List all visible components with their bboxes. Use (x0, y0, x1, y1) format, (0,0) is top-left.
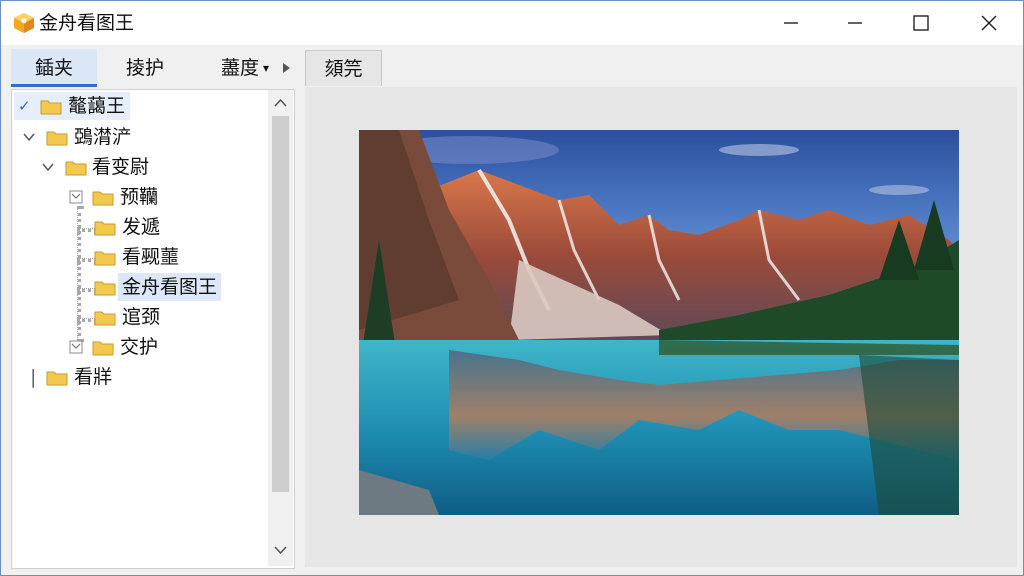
chevron-down-icon[interactable] (42, 162, 54, 172)
tree-item-label: 鼇藹王 (68, 95, 126, 117)
scroll-up-icon[interactable] (274, 98, 287, 108)
tree-item[interactable]: ✓ 鼇藹王 (12, 92, 262, 120)
minimize-icon (848, 22, 862, 24)
tree-item-label: 看牂 (74, 366, 113, 388)
chevron-down-icon[interactable] (23, 132, 35, 142)
chevron-down-icon: ▾ (262, 61, 270, 75)
tree-item[interactable]: 逭颈 (12, 303, 262, 331)
folder-icon (46, 131, 68, 146)
tree-item[interactable]: 预韊 (12, 183, 262, 211)
tree-item[interactable]: 看变尉 (12, 153, 262, 181)
tree-item-label: 交护 (120, 336, 159, 358)
close-button[interactable] (955, 1, 1023, 45)
folder-icon (94, 221, 116, 236)
folder-icon (40, 100, 62, 115)
image-viewer[interactable] (305, 87, 1017, 567)
tab-scroll-right-icon[interactable] (280, 61, 292, 75)
folder-icon (94, 281, 116, 296)
minimize-button[interactable] (757, 1, 825, 45)
folder-icon (94, 251, 116, 266)
scroll-down-icon[interactable] (274, 545, 287, 555)
tab-3-label: 藎度 (220, 57, 259, 79)
folder-icon (46, 371, 68, 386)
tree-item-label: 看变尉 (92, 156, 150, 178)
tab-preview[interactable]: 頦笎 (305, 50, 382, 86)
tree-item-label: 发遞 (122, 216, 161, 238)
app-window: 金舟看图王 鍤夹 掕护 藎度 ▾ 頦笎 ✓ 鼇藹王 鵶潸浐 看变尉 预韊 发遞 … (0, 0, 1024, 576)
title-bar: 金舟看图王 (1, 1, 1023, 45)
minimize-button-2[interactable] (821, 1, 889, 45)
tab-1[interactable]: 鍤夹 (11, 49, 97, 87)
tab-3[interactable]: 藎度 ▾ (197, 49, 293, 87)
folder-icon (94, 311, 116, 326)
tab-2[interactable]: 掕护 (105, 49, 185, 87)
maximize-icon (913, 15, 929, 31)
folder-tree: ✓ 鼇藹王 鵶潸浐 看变尉 预韊 发遞 看觋蘁 金舟看图王 逭颈 交护 | 看牂 (11, 89, 295, 569)
maximize-button[interactable] (887, 1, 955, 45)
scroll-thumb[interactable] (272, 116, 289, 492)
tree-item-label: 预韊 (120, 186, 159, 208)
expand-marker-icon[interactable]: | (30, 363, 36, 391)
tree-item[interactable]: 看觋蘁 (12, 243, 262, 271)
box-logo-icon (14, 13, 34, 33)
tree-item-label: 看觋蘁 (122, 246, 180, 268)
folder-icon (65, 161, 87, 176)
collapse-box-icon[interactable] (69, 340, 83, 354)
folder-icon (92, 191, 114, 206)
tree-item[interactable]: 鵶潸浐 (12, 123, 262, 151)
tree-item-label: 金舟看图王 (122, 276, 218, 298)
collapse-box-icon[interactable] (69, 190, 83, 204)
tree-item[interactable]: 发遞 (12, 213, 262, 241)
tree-item-label: 逭颈 (122, 306, 161, 328)
window-title: 金舟看图王 (39, 12, 135, 34)
minimize-icon (784, 22, 798, 24)
tree-item-label: 鵶潸浐 (74, 126, 132, 148)
mountain-lake-photo[interactable] (359, 130, 959, 515)
tree-item[interactable]: | 看牂 (12, 363, 262, 391)
folder-icon (92, 341, 114, 356)
tree-scrollbar[interactable] (268, 90, 293, 566)
tree-item[interactable]: 金舟看图王 (12, 273, 262, 301)
check-icon: ✓ (18, 97, 31, 115)
tree-item[interactable]: 交护 (12, 333, 262, 361)
close-icon (981, 15, 997, 31)
